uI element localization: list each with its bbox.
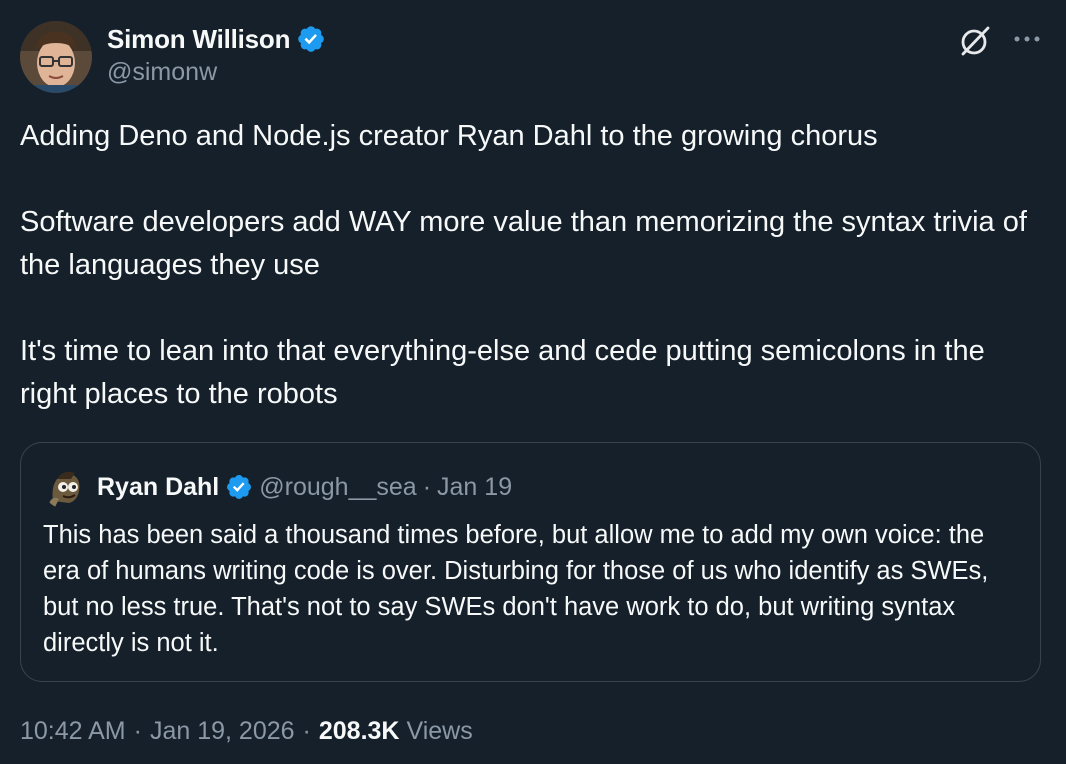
quoted-tweet-text: This has been said a thousand times befo…: [43, 521, 989, 657]
quoted-author-name[interactable]: Ryan Dahl: [97, 473, 219, 502]
tweet-paragraph: Software developers add WAY more value t…: [20, 206, 1035, 281]
tweet: Simon Willison @simonw Adding Deno and N…: [0, 0, 1066, 764]
quoted-tweet-date[interactable]: Jan 19: [437, 473, 512, 502]
views-label: Views: [406, 716, 473, 745]
quoted-tweet-header: Ryan Dahl @rough__sea · Jan 19: [43, 465, 512, 509]
author-name[interactable]: Simon Willison: [107, 24, 291, 55]
grok-icon[interactable]: [957, 23, 993, 59]
tweet-text: Adding Deno and Node.js creator Ryan Dah…: [20, 115, 1046, 416]
separator-dot: ·: [302, 716, 311, 745]
tweet-meta: 10:42 AM · Jan 19, 2026 · 208.3K Views: [20, 712, 473, 750]
tweet-paragraph: Adding Deno and Node.js creator Ryan Dah…: [20, 120, 878, 152]
separator-dot: ·: [133, 716, 142, 745]
tweet-date[interactable]: Jan 19, 2026: [150, 717, 295, 746]
quoted-tweet[interactable]: Ryan Dahl @rough__sea · Jan 19 This has …: [20, 442, 1041, 682]
quoted-author-avatar[interactable]: [43, 465, 87, 509]
author-avatar[interactable]: [20, 21, 92, 93]
views-count: 208.3K: [318, 716, 400, 745]
quoted-author-handle[interactable]: @rough__sea: [259, 473, 416, 502]
tweet-time[interactable]: 10:42 AM: [20, 717, 126, 746]
author-handle[interactable]: @simonw: [107, 58, 217, 87]
separator-dot: ·: [422, 472, 432, 501]
verified-badge-icon[interactable]: [296, 24, 326, 54]
more-options-icon[interactable]: [1010, 24, 1044, 54]
tweet-paragraph: It's time to lean into that everything-e…: [20, 335, 993, 410]
verified-badge-icon[interactable]: [225, 473, 253, 501]
author-name-row: Simon Willison: [107, 22, 326, 56]
